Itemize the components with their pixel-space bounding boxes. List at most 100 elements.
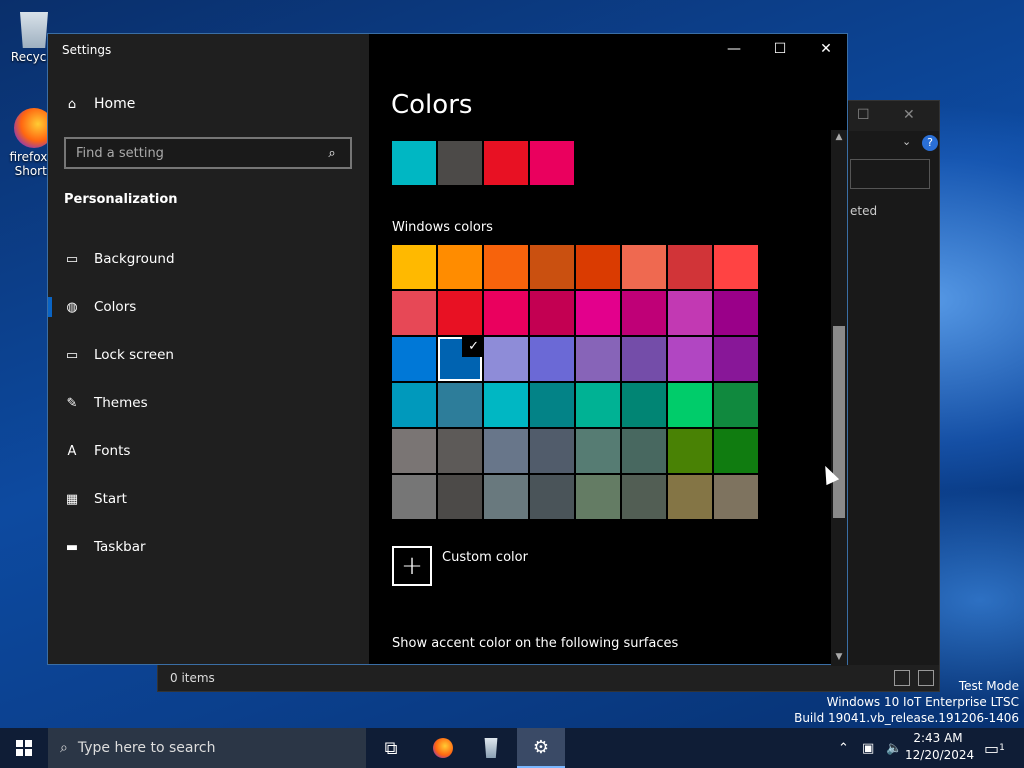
color-swatch[interactable] [484, 429, 528, 473]
recent-color-swatch[interactable] [438, 141, 482, 185]
color-swatch[interactable] [530, 383, 574, 427]
sidebar-item-themes[interactable]: ✎ Themes [48, 383, 369, 423]
sidebar-item-lock-screen[interactable]: ▭ Lock screen [48, 335, 369, 375]
accent-surfaces-heading: Show accent color on the following surfa… [392, 636, 679, 651]
color-swatch[interactable] [576, 245, 620, 289]
color-swatch[interactable] [714, 291, 758, 335]
color-swatch[interactable] [484, 475, 528, 519]
color-swatch[interactable]: ✓ [438, 337, 482, 381]
close-button[interactable]: ✕ [903, 107, 915, 123]
color-swatch[interactable] [392, 429, 436, 473]
color-swatch[interactable] [576, 429, 620, 473]
vertical-scrollbar[interactable]: ▲ ▼ [831, 130, 847, 666]
color-swatch[interactable] [668, 291, 712, 335]
color-swatch[interactable] [530, 429, 574, 473]
color-swatch[interactable] [484, 245, 528, 289]
custom-color-label: Custom color [442, 550, 528, 565]
color-swatch[interactable] [484, 383, 528, 427]
recent-color-swatch[interactable] [392, 141, 436, 185]
explorer-titlebar: ☐ ✕ [849, 101, 939, 131]
color-swatch[interactable] [622, 475, 666, 519]
recycle-bin-taskbar-icon[interactable] [467, 728, 515, 768]
color-swatch[interactable] [714, 245, 758, 289]
sidebar-item-fonts[interactable]: A Fonts [48, 431, 369, 471]
settings-taskbar-icon[interactable]: ⚙ [517, 728, 565, 768]
sidebar-item-taskbar[interactable]: ▬ Taskbar [48, 527, 369, 567]
color-swatch[interactable] [714, 383, 758, 427]
color-swatch[interactable] [530, 337, 574, 381]
help-icon[interactable]: ? [922, 135, 938, 151]
start-button[interactable] [0, 728, 48, 768]
search-input[interactable] [76, 145, 316, 161]
find-setting-box[interactable]: ⌕ [64, 137, 352, 169]
color-swatch[interactable] [668, 383, 712, 427]
color-swatch[interactable] [392, 475, 436, 519]
color-swatch[interactable] [576, 383, 620, 427]
network-icon[interactable]: ▣ [862, 728, 874, 768]
firefox-taskbar-icon[interactable] [419, 728, 467, 768]
item-count: 0 items [170, 671, 215, 685]
color-swatch[interactable] [668, 475, 712, 519]
explorer-search-box[interactable] [850, 159, 930, 189]
clock-time: 2:43 AM [913, 731, 963, 745]
search-icon[interactable]: ⌕ [324, 145, 340, 161]
color-swatch[interactable] [668, 337, 712, 381]
sidebar-item-start[interactable]: ▦ Start [48, 479, 369, 519]
color-swatch[interactable] [530, 475, 574, 519]
windows-colors-grid: ✓ [392, 245, 760, 519]
app-title: Settings [62, 43, 112, 57]
color-swatch[interactable] [484, 337, 528, 381]
color-swatch[interactable] [392, 291, 436, 335]
color-swatch[interactable] [438, 291, 482, 335]
color-swatch[interactable] [714, 337, 758, 381]
taskbar-search-box[interactable]: ⌕ Type here to search [48, 728, 366, 768]
color-swatch[interactable] [392, 337, 436, 381]
sidebar-item-label: Taskbar [94, 539, 146, 555]
show-hidden-icons-chevron-icon[interactable]: ⌃ [838, 728, 849, 768]
windows-colors-heading: Windows colors [392, 220, 493, 235]
color-swatch[interactable] [714, 429, 758, 473]
color-swatch[interactable] [668, 245, 712, 289]
system-clock[interactable]: 2:43 AM 12/20/2024 [905, 730, 974, 764]
color-swatch[interactable] [622, 337, 666, 381]
recent-color-swatch[interactable] [484, 141, 528, 185]
color-swatch[interactable] [438, 245, 482, 289]
color-swatch[interactable] [530, 291, 574, 335]
sidebar-item-background[interactable]: ▭ Background [48, 239, 369, 279]
color-swatch[interactable] [392, 383, 436, 427]
color-swatch[interactable] [438, 429, 482, 473]
task-view-icon[interactable]: ⧉ [367, 728, 415, 768]
notification-center-icon[interactable]: ▭ 1 [984, 728, 1005, 768]
scroll-up-icon[interactable]: ▲ [831, 132, 847, 146]
page-title: Colors [391, 90, 473, 120]
checkmark-icon: ✓ [468, 339, 479, 354]
color-swatch[interactable] [714, 475, 758, 519]
recent-color-swatch[interactable] [530, 141, 574, 185]
home-nav-item[interactable]: ⌂ Home [64, 96, 135, 112]
color-swatch[interactable] [530, 245, 574, 289]
scroll-down-icon[interactable]: ▼ [831, 652, 847, 666]
taskbar-icon: ▬ [65, 539, 79, 555]
palette-icon: ◍ [66, 299, 78, 315]
chevron-down-icon[interactable]: ⌄ [902, 135, 911, 148]
color-swatch[interactable] [576, 337, 620, 381]
test-mode-watermark: Test Mode Windows 10 IoT Enterprise LTSC… [794, 678, 1019, 726]
scrollbar-thumb[interactable] [833, 326, 845, 518]
color-swatch[interactable] [576, 291, 620, 335]
color-swatch[interactable] [576, 475, 620, 519]
color-swatch[interactable] [484, 291, 528, 335]
color-swatch[interactable] [622, 291, 666, 335]
maximize-button[interactable]: ☐ [857, 107, 870, 123]
color-swatch[interactable] [622, 245, 666, 289]
sidebar-item-colors[interactable]: ◍ Colors [48, 287, 369, 327]
search-icon: ⌕ [60, 740, 68, 756]
custom-color-button[interactable]: + Custom color [392, 546, 528, 586]
color-swatch[interactable] [622, 383, 666, 427]
color-swatch[interactable] [392, 245, 436, 289]
color-swatch[interactable] [622, 429, 666, 473]
watermark-line: Test Mode [958, 679, 1019, 693]
color-swatch[interactable] [438, 383, 482, 427]
volume-muted-icon[interactable]: 🔈 [886, 728, 902, 768]
color-swatch[interactable] [668, 429, 712, 473]
color-swatch[interactable] [438, 475, 482, 519]
